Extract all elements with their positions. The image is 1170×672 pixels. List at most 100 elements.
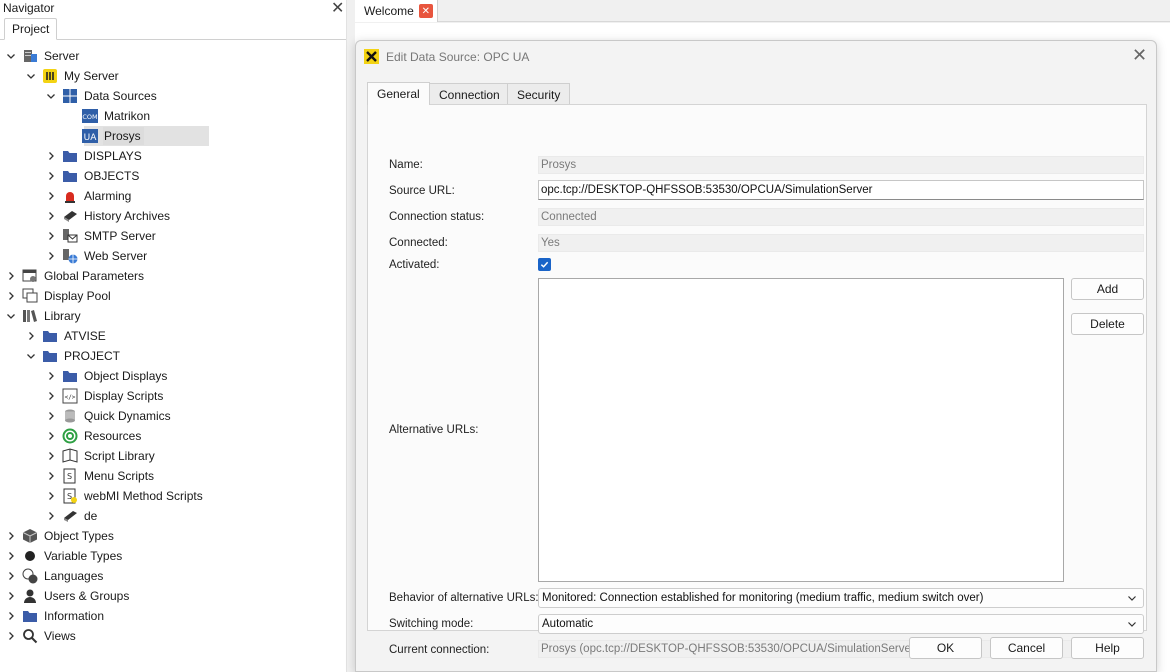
close-icon[interactable]: ✕: [1132, 45, 1147, 66]
tree-item-object-types[interactable]: Object Types: [3, 526, 323, 546]
ok-button[interactable]: OK: [909, 637, 982, 659]
smtp-server-icon: [61, 227, 79, 245]
tree-item-resources[interactable]: Resources: [43, 426, 363, 446]
chevron-down-icon[interactable]: [3, 46, 19, 66]
svg-text:S: S: [67, 472, 72, 481]
chevron-right-icon[interactable]: [43, 446, 59, 466]
users-icon: [21, 587, 39, 605]
tree-item-project[interactable]: PROJECT: [23, 346, 343, 366]
tree-item-global-parameters[interactable]: Global Parameters: [3, 266, 323, 286]
folder-icon: [21, 607, 39, 625]
tree-item-variable-types[interactable]: Variable Types: [3, 546, 323, 566]
tree-item-webmi-method-scripts[interactable]: SwebMI Method Scripts: [43, 486, 363, 506]
tree-item-label: OBJECTS: [84, 169, 140, 183]
name-field[interactable]: Prosys: [538, 156, 1144, 174]
switching-mode-label: Switching mode:: [389, 618, 474, 630]
tree-item-data-sources[interactable]: Data Sources: [43, 86, 363, 106]
chevron-right-icon[interactable]: [3, 566, 19, 586]
tree-item-label: Resources: [84, 429, 142, 443]
tree-item-label: ATVISE: [64, 329, 106, 343]
chevron-down-icon[interactable]: [43, 86, 59, 106]
tree-item-quick-dynamics[interactable]: Quick Dynamics: [43, 406, 363, 426]
tree-item-users-groups[interactable]: Users & Groups: [3, 586, 323, 606]
connection-status-field[interactable]: Connected: [538, 208, 1144, 226]
chevron-right-icon[interactable]: [3, 266, 19, 286]
panel-splitter[interactable]: [346, 0, 355, 672]
chevron-right-icon[interactable]: [3, 606, 19, 626]
chevron-down-icon[interactable]: [23, 346, 39, 366]
source-url-field[interactable]: opc.tcp://DESKTOP-QHFSSOB:53530/OPCUA/Si…: [538, 180, 1144, 200]
chevron-right-icon[interactable]: [43, 186, 59, 206]
chevron-right-icon[interactable]: [23, 326, 39, 346]
tree-item-library[interactable]: Library: [3, 306, 323, 326]
tree-item-information[interactable]: Information: [3, 606, 323, 626]
tab-project[interactable]: Project: [4, 18, 58, 40]
tab-general[interactable]: General: [367, 82, 430, 105]
history-archive-icon: [61, 207, 79, 225]
tab-welcome[interactable]: Welcome ✕: [355, 0, 438, 22]
tree-item-display-scripts[interactable]: </> Display Scripts: [43, 386, 363, 406]
tree-item-my-server[interactable]: My Server: [23, 66, 343, 86]
tree-item-script-library[interactable]: Script Library: [43, 446, 363, 466]
tree-item-object-displays[interactable]: Object Displays: [43, 366, 363, 386]
help-button[interactable]: Help: [1071, 637, 1144, 659]
add-button[interactable]: Add: [1071, 278, 1144, 300]
dialog-titlebar[interactable]: Edit Data Source: OPC UA ✕: [356, 41, 1156, 72]
variable-types-icon: [21, 547, 39, 565]
tree-item-languages[interactable]: Languages: [3, 566, 323, 586]
switching-mode-select-value: Automatic: [542, 618, 594, 630]
close-icon[interactable]: ✕: [331, 0, 344, 18]
chevron-right-icon[interactable]: [3, 286, 19, 306]
chevron-right-icon[interactable]: [43, 246, 59, 266]
activated-checkbox[interactable]: [538, 258, 551, 271]
close-icon[interactable]: ✕: [418, 4, 433, 18]
delete-button[interactable]: Delete: [1071, 313, 1144, 335]
chevron-right-icon[interactable]: [3, 626, 19, 646]
chevron-right-icon[interactable]: [43, 506, 59, 526]
tree-item-display-pool[interactable]: Display Pool: [3, 286, 323, 306]
chevron-right-icon[interactable]: [3, 586, 19, 606]
chevron-down-icon[interactable]: [23, 66, 39, 86]
tab-security[interactable]: Security: [507, 83, 571, 105]
chevron-right-icon[interactable]: [43, 366, 59, 386]
chevron-right-icon[interactable]: [43, 206, 59, 226]
chevron-down-icon[interactable]: [3, 306, 19, 326]
chevron-right-icon[interactable]: [43, 426, 59, 446]
tab-connection[interactable]: Connection: [429, 83, 510, 105]
chevron-right-icon[interactable]: [43, 486, 59, 506]
chevron-down-icon: [1128, 596, 1136, 601]
alternative-urls-list[interactable]: [538, 278, 1064, 582]
tree-item-prosys[interactable]: UA Prosys: [63, 126, 383, 146]
chevron-right-icon[interactable]: [3, 546, 19, 566]
data-sources-icon: [61, 87, 79, 105]
tree-item-alarming[interactable]: Alarming: [43, 186, 363, 206]
chevron-right-icon[interactable]: [43, 466, 59, 486]
tree-item-label: de: [84, 509, 98, 523]
tree-item-history-archives[interactable]: History Archives: [43, 206, 363, 226]
chevron-right-icon[interactable]: [43, 226, 59, 246]
tree-item-web-server[interactable]: Web Server: [43, 246, 363, 266]
tree-item-views[interactable]: Views: [3, 626, 323, 646]
navigator-panel: Navigator ✕ Project Server My Server Data …: [0, 0, 346, 672]
tree-item-label: Menu Scripts: [84, 469, 155, 483]
tree-item-de[interactable]: de: [43, 506, 363, 526]
chevron-right-icon[interactable]: [43, 146, 59, 166]
connected-field[interactable]: Yes: [538, 234, 1144, 252]
chevron-right-icon[interactable]: [43, 386, 59, 406]
tree-item-label: Script Library: [84, 449, 155, 463]
tree-item-objects[interactable]: OBJECTS: [43, 166, 363, 186]
tree-item-matrikon[interactable]: COM Matrikon: [63, 106, 383, 126]
resources-icon: [61, 427, 79, 445]
chevron-right-icon[interactable]: [43, 166, 59, 186]
tree-item-displays[interactable]: DISPLAYS: [43, 146, 363, 166]
chevron-right-icon[interactable]: [3, 526, 19, 546]
cancel-button[interactable]: Cancel: [990, 637, 1063, 659]
tree-item-atvise[interactable]: ATVISE: [23, 326, 343, 346]
tree-item-server[interactable]: Server: [3, 46, 323, 66]
tree-item-smtp-server[interactable]: SMTP Server: [43, 226, 363, 246]
behavior-select[interactable]: Monitored: Connection established for mo…: [538, 588, 1144, 608]
chevron-right-icon[interactable]: [43, 406, 59, 426]
tree-item-menu-scripts[interactable]: S Menu Scripts: [43, 466, 363, 486]
switching-mode-select[interactable]: Automatic: [538, 614, 1144, 634]
